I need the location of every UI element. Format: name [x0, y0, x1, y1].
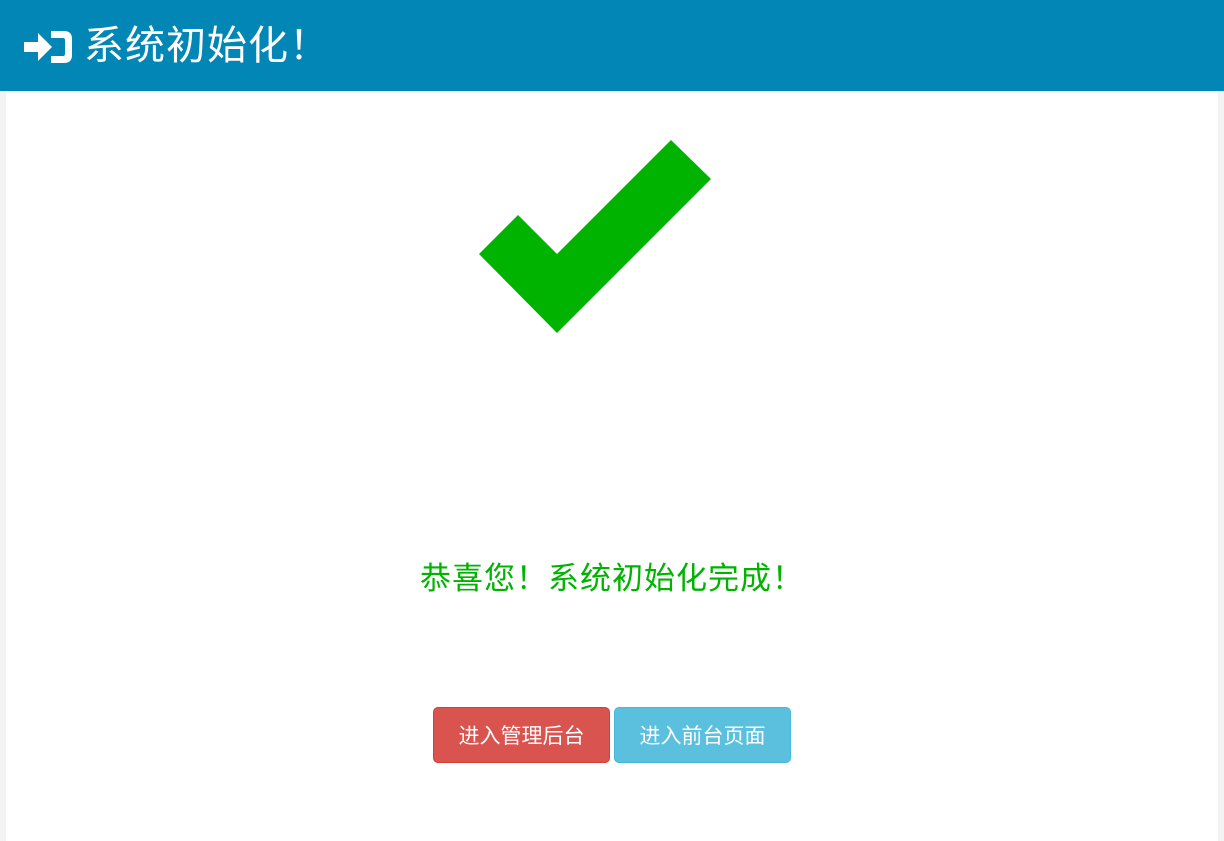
content-panel: 恭喜您！系统初始化完成！ 进入管理后台 进入前台页面: [6, 91, 1218, 841]
page-title: 系统初始化！: [84, 22, 330, 69]
enter-admin-button[interactable]: 进入管理后台: [433, 707, 610, 763]
sign-in-icon: [24, 27, 74, 67]
page-header: 系统初始化！: [0, 0, 1224, 91]
checkmark-icon: [479, 140, 711, 333]
action-buttons: 进入管理后台 进入前台页面: [433, 707, 791, 763]
success-message: 恭喜您！系统初始化完成！: [420, 561, 804, 597]
enter-frontend-button[interactable]: 进入前台页面: [614, 707, 791, 763]
